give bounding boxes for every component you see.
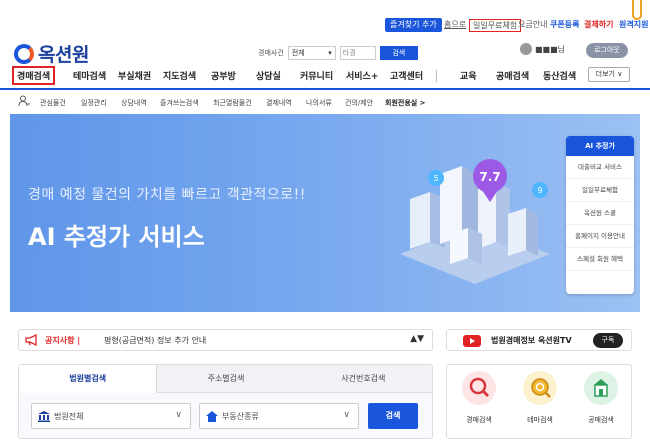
hero-menu-site-guide[interactable]: 홈페이지 이용안내 <box>566 225 634 248</box>
nav-customer-center[interactable]: 고객센터 <box>390 69 423 82</box>
user-avatar-icon <box>520 43 532 55</box>
sub-watchlist[interactable]: 관심물건 <box>40 98 66 108</box>
subscribe-button[interactable]: 구독 <box>593 333 623 348</box>
tab-case-number-search[interactable]: 사건번호검색 <box>294 365 432 393</box>
case-search-bar: 경매사건 전체 타경 검색 <box>258 46 418 60</box>
quick-public-label: 공매검색 <box>588 416 614 424</box>
nav-consultation[interactable]: 상담실 <box>256 69 281 82</box>
city-illustration: 5 7.7 9 <box>400 159 550 284</box>
case-search-button[interactable]: 검색 <box>379 46 418 60</box>
property-type-value: 부동산종류 <box>222 412 259 421</box>
court-select[interactable]: 법원전체 ∨ <box>31 403 191 429</box>
sub-consult-history[interactable]: 상담내역 <box>121 98 147 108</box>
chevron-down-icon: ∨ <box>343 410 350 420</box>
hero-tagline: 경매 예정 물건의 가치를 빠르고 객관적으로!! <box>28 187 306 203</box>
megaphone-icon <box>25 334 37 346</box>
nav-auction-search[interactable]: 경매검색 <box>12 66 56 85</box>
sub-recent-views[interactable]: 최근열람물건 <box>213 98 252 108</box>
hero-menu-header[interactable]: AI 추정가 <box>566 136 634 156</box>
case-number-input[interactable]: 타경 <box>339 46 376 60</box>
sub-navigation: 관심물건 일정관리 상담내역 즐겨쓰는검색 최근열람물건 결제내역 나의서류 건… <box>0 92 650 114</box>
theme-search-icon <box>523 371 557 405</box>
house-icon <box>206 411 218 422</box>
logo-circle-icon <box>14 43 34 64</box>
search-tabs: 법원별검색 주소별검색 사건번호검색 <box>19 365 432 393</box>
hero-banner[interactable]: 경매 예정 물건의 가치를 빠르고 객관적으로!! AI 추정가 서비스 5 7… <box>10 114 640 312</box>
notice-text[interactable]: 평형(공급면적) 정보 추가 안내 <box>104 335 206 346</box>
pin-value-small-right: 9 <box>537 186 542 195</box>
sub-payment-history[interactable]: 결제내역 <box>266 98 292 108</box>
payment-link[interactable]: 결제하기 <box>584 18 613 32</box>
pin-value-small-left: 5 <box>433 174 438 183</box>
person-icon <box>18 95 30 107</box>
hero-menu-special-benefits[interactable]: 스페셜 회원 혜택 <box>566 248 634 271</box>
hero-menu-loan-compare[interactable]: 대출비교 서비스 <box>566 156 634 179</box>
main-navigation: 경매검색 테마검색 부실채권 지도검색 공부방 상담실 커뮤니티 서비스+ 고객… <box>0 64 650 90</box>
hero-title: AI 추정가 서비스 <box>28 223 205 251</box>
more-menu-button[interactable]: 더보기 ∨ <box>588 67 630 82</box>
nav-npl[interactable]: 부실채권 <box>118 69 151 82</box>
nav-services-plus[interactable]: 서비스+ <box>346 69 378 82</box>
court-select-value: 법원전체 <box>54 412 84 421</box>
tab-court-search[interactable]: 법원별검색 <box>19 365 158 393</box>
logo-text: 옥션원 <box>38 44 89 66</box>
sub-suggestions[interactable]: 건의/제안 <box>345 98 373 108</box>
pin-value-main: 7.7 <box>479 170 500 184</box>
case-type-select[interactable]: 전체 <box>287 46 336 60</box>
coupon-link[interactable]: 쿠폰등록 <box>550 18 579 32</box>
notice-label: 공지사항 | <box>45 336 81 345</box>
youtube-channel-bar[interactable]: 법원경매정보 옥션원TV 구독 <box>446 329 632 351</box>
nav-education[interactable]: 교육 <box>460 69 477 82</box>
nav-public-auction[interactable]: 공매검색 <box>496 69 529 82</box>
nav-study-room[interactable]: 공부방 <box>211 69 236 82</box>
sub-members-room[interactable]: 회원전용실 > <box>385 98 426 108</box>
building-icon <box>584 371 618 405</box>
quick-links: 경매검색 테마검색 공매검색 <box>446 364 632 439</box>
nav-divider <box>436 70 437 82</box>
nav-map-search[interactable]: 지도검색 <box>163 69 196 82</box>
hero-side-menu: AI 추정가 대출비교 서비스 일일무료체험 옥션원 스쿨 홈페이지 이용안내 … <box>566 136 634 294</box>
sub-my-documents[interactable]: 나의서류 <box>306 98 332 108</box>
search-panel: 법원별검색 주소별검색 사건번호검색 법원전체 ∨ 부동산종류 ∨ 검색 <box>18 364 433 439</box>
top-utility-bar: 즐겨찾기 추가 홈으로 일일무료체험 요금안내 쿠폰등록 결제하기 원격지원 <box>0 12 650 34</box>
youtube-icon <box>463 335 481 347</box>
quick-theme-label: 테마검색 <box>527 416 553 424</box>
user-name: ■■■님 <box>535 44 566 54</box>
tab-address-search[interactable]: 주소별검색 <box>157 365 295 393</box>
add-favorite-button[interactable]: 즐겨찾기 추가 <box>385 18 442 32</box>
nav-movable-search[interactable]: 동산검색 <box>543 69 576 82</box>
case-search-label: 경매사건 <box>258 49 284 57</box>
sub-schedule[interactable]: 일정관리 <box>81 98 107 108</box>
corner-decoration <box>632 0 642 20</box>
nav-theme-search[interactable]: 테마검색 <box>73 69 106 82</box>
quick-auction-search[interactable]: 경매검색 <box>449 371 509 425</box>
notice-bar[interactable]: 공지사항 | 평형(공급면적) 정보 추가 안내 ▲▼ <box>18 329 433 351</box>
user-area[interactable]: ■■■님 <box>520 43 565 55</box>
remote-support-link[interactable]: 원격지원 <box>619 18 648 32</box>
sub-saved-searches[interactable]: 즐겨쓰는검색 <box>160 98 199 108</box>
notice-scroll-arrows[interactable]: ▲▼ <box>410 334 424 344</box>
nav-community[interactable]: 커뮤니티 <box>300 69 333 82</box>
logout-button[interactable]: 로그아웃 <box>586 43 628 58</box>
chevron-down-icon: ∨ <box>175 410 182 420</box>
home-link[interactable]: 홈으로 <box>444 18 466 32</box>
property-type-select[interactable]: 부동산종류 ∨ <box>199 403 359 429</box>
quick-auction-label: 경매검색 <box>466 416 492 424</box>
courthouse-icon <box>38 411 50 422</box>
site-logo[interactable]: 옥션원 <box>14 40 89 67</box>
pricing-link[interactable]: 요금안내 <box>518 18 547 32</box>
hero-menu-free-trial[interactable]: 일일무료체험 <box>566 179 634 202</box>
free-trial-link[interactable]: 일일무료체험 <box>469 19 522 32</box>
quick-public-auction[interactable]: 공매검색 <box>571 371 631 425</box>
quick-theme-search[interactable]: 테마검색 <box>510 371 570 425</box>
tv-channel-title: 법원경매정보 옥션원TV <box>491 336 572 345</box>
magnifier-icon <box>462 371 496 405</box>
hero-menu-school[interactable]: 옥션원 스쿨 <box>566 202 634 225</box>
panel-search-button[interactable]: 검색 <box>368 403 418 429</box>
